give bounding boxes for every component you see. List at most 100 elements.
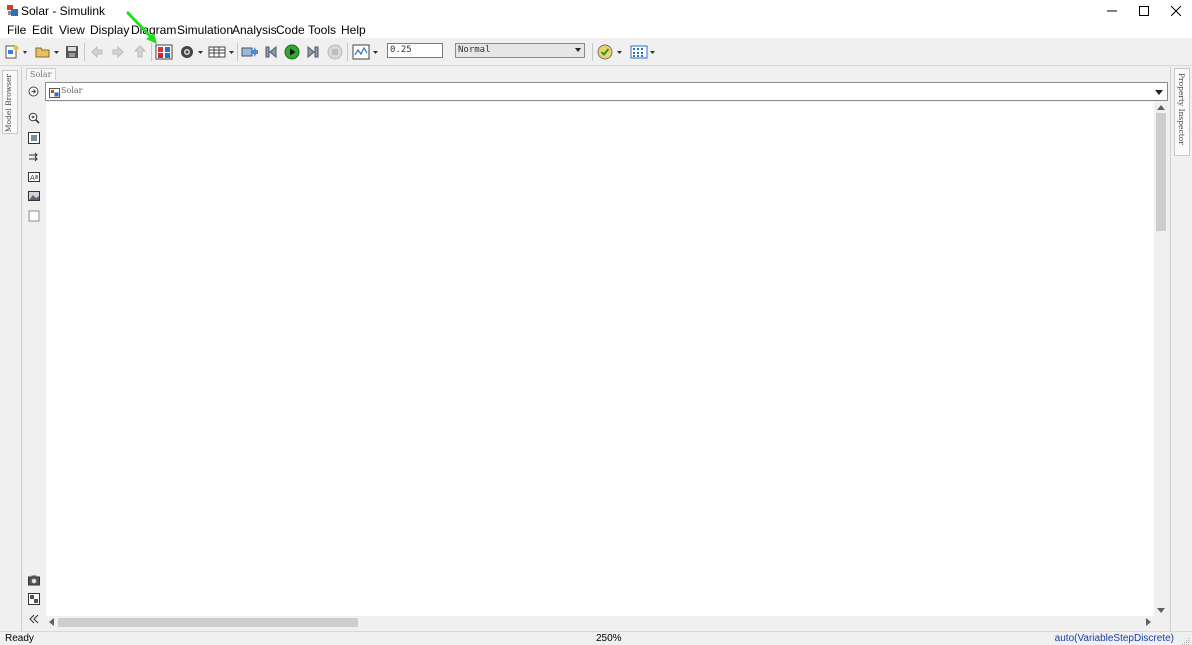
horizontal-scrollbar[interactable]: [46, 616, 1154, 629]
property-inspector-tab[interactable]: Property Inspector: [1174, 68, 1190, 156]
back-button[interactable]: [89, 42, 105, 62]
maximize-button[interactable]: [1128, 0, 1160, 21]
scroll-left-icon[interactable]: [49, 618, 54, 626]
area-button[interactable]: [27, 209, 40, 222]
open-button[interactable]: [34, 42, 60, 62]
screenshot-button[interactable]: [27, 573, 40, 586]
scope-button[interactable]: [352, 42, 380, 62]
breadcrumb[interactable]: Solar: [45, 82, 1168, 101]
up-icon: [133, 45, 147, 58]
status-text: Ready: [5, 633, 34, 644]
model-icon: [49, 87, 60, 98]
model-advisor-icon: [597, 44, 622, 60]
new-model-icon: [5, 45, 27, 59]
zoom-icon: [28, 112, 40, 124]
annotation-button[interactable]: A: [27, 170, 40, 183]
model-data-icon: [27, 592, 40, 605]
step-back-button[interactable]: [263, 42, 279, 62]
stop-button[interactable]: [327, 42, 343, 62]
zoom-level: 250%: [596, 633, 622, 644]
model-advisor-button[interactable]: [597, 42, 625, 62]
arrows-right-icon: [28, 152, 38, 161]
menu-edit[interactable]: Edit: [32, 23, 53, 37]
fit-to-view-button[interactable]: [27, 131, 40, 144]
run-button[interactable]: [284, 42, 300, 62]
hide-browser-button[interactable]: [27, 85, 40, 98]
save-button[interactable]: [64, 42, 80, 62]
fit-to-view-icon: [27, 131, 40, 144]
route-lines-button[interactable]: [27, 150, 40, 163]
model-browser-tab[interactable]: Model Browser: [2, 70, 18, 134]
simulation-mode-value: Normal: [458, 45, 491, 55]
status-bar: Ready 250% auto(VariableStepDiscrete): [0, 631, 1192, 645]
chevron-down-icon: [575, 48, 581, 52]
grid-button[interactable]: [630, 42, 658, 62]
breadcrumb-item[interactable]: Solar: [61, 86, 82, 95]
left-panel: [0, 67, 22, 631]
area-icon: [28, 210, 39, 221]
camera-icon: [27, 575, 40, 585]
simulink-app-icon: [6, 4, 19, 17]
browser-toggle-icon: [28, 86, 39, 97]
stop-time-input[interactable]: 0.25: [387, 43, 443, 58]
scope-icon: [352, 44, 378, 60]
model-data-button[interactable]: [27, 592, 40, 605]
build-icon: [241, 47, 258, 57]
palette: A: [22, 80, 45, 631]
menu-bar: File Edit View Display Diagram Simulatio…: [0, 21, 1192, 38]
minimize-button[interactable]: [1096, 0, 1128, 21]
menu-display[interactable]: Display: [90, 23, 129, 37]
step-forward-icon: [307, 45, 319, 59]
back-icon: [91, 45, 103, 59]
scroll-right-icon[interactable]: [1146, 618, 1151, 626]
vertical-scrollbar[interactable]: [1154, 102, 1168, 616]
image-button[interactable]: [27, 189, 40, 202]
double-chevron-left-icon: [28, 614, 38, 623]
property-inspector-label: Property Inspector: [1177, 73, 1186, 145]
model-config-icon: [181, 46, 203, 58]
image-icon: [27, 190, 40, 201]
collapse-panel-button[interactable]: [27, 612, 40, 625]
annotation-icon: A: [27, 171, 40, 182]
solver-link[interactable]: auto(VariableStepDiscrete): [1055, 633, 1174, 644]
step-forward-button[interactable]: [305, 42, 321, 62]
menu-help[interactable]: Help: [341, 23, 366, 37]
model-canvas[interactable]: [46, 102, 1154, 616]
menu-simulation[interactable]: Simulation: [177, 23, 233, 37]
menu-tools[interactable]: Tools: [308, 23, 336, 37]
resize-grip-icon[interactable]: [1181, 635, 1190, 645]
forward-button[interactable]: [110, 42, 126, 62]
up-button[interactable]: [132, 42, 148, 62]
scroll-down-icon[interactable]: [1157, 608, 1165, 613]
zoom-button[interactable]: [27, 111, 40, 124]
model-explorer-button[interactable]: [208, 42, 236, 62]
model-browser-label: Model Browser: [4, 74, 13, 133]
menu-file[interactable]: File: [7, 23, 26, 37]
simulation-mode-select[interactable]: Normal: [455, 43, 585, 58]
open-icon: [35, 47, 59, 58]
editor-tab[interactable]: Solar: [26, 68, 56, 80]
menu-code[interactable]: Code: [276, 23, 305, 37]
forward-icon: [112, 45, 124, 59]
stop-icon: [327, 44, 343, 60]
menu-view[interactable]: View: [59, 23, 85, 37]
horizontal-scroll-thumb[interactable]: [58, 618, 358, 627]
vertical-scroll-thumb[interactable]: [1156, 113, 1166, 231]
library-browser-button[interactable]: [155, 42, 173, 62]
menu-diagram[interactable]: Diagram: [131, 23, 176, 37]
model-explorer-icon: [208, 46, 234, 58]
toolbar: 0.25 Normal: [0, 38, 1192, 66]
new-model-button[interactable]: [4, 42, 28, 62]
svg-text:A: A: [30, 174, 35, 182]
close-button[interactable]: [1160, 0, 1192, 21]
grid-icon: [630, 45, 655, 59]
step-back-icon: [265, 45, 277, 59]
scroll-up-icon[interactable]: [1157, 105, 1165, 110]
menu-analysis[interactable]: Analysis: [232, 23, 277, 37]
library-browser-icon: [155, 44, 173, 60]
run-icon: [284, 44, 300, 60]
window-title: Solar - Simulink: [21, 4, 106, 18]
chevron-down-icon[interactable]: [1155, 90, 1163, 95]
build-button[interactable]: [240, 42, 260, 62]
model-config-button[interactable]: [179, 42, 205, 62]
